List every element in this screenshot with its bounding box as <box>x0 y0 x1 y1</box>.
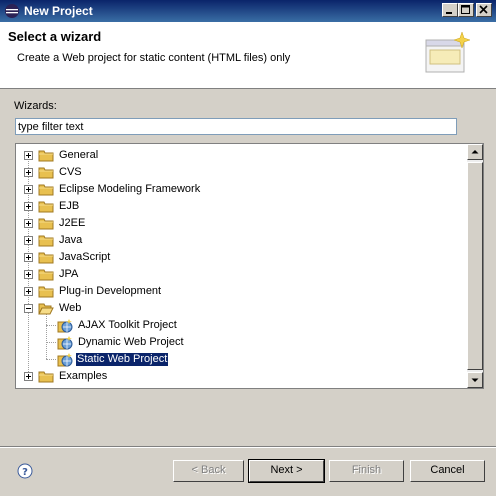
wizard-banner-icon <box>425 31 471 73</box>
tree-item-label: Eclipse Modeling Framework <box>59 183 201 195</box>
tree-item-label: JavaScript <box>59 251 111 263</box>
web-project-icon <box>57 336 73 350</box>
expand-icon[interactable] <box>24 372 33 381</box>
expand-icon[interactable] <box>24 168 33 177</box>
folder-icon <box>38 167 54 179</box>
tree-item-label: J2EE <box>59 217 86 229</box>
tree-item[interactable]: Plug-in Development <box>16 283 466 300</box>
open-folder-icon <box>38 303 54 315</box>
tree-item-label: Static Web Project <box>76 353 169 366</box>
tree-item[interactable]: Java <box>16 232 466 249</box>
tree-scrollbar[interactable] <box>467 144 483 388</box>
tree-item[interactable]: EJB <box>16 198 466 215</box>
folder-icon <box>38 150 54 162</box>
minimize-button[interactable] <box>442 3 458 17</box>
expand-icon[interactable] <box>24 202 33 211</box>
button-bar-separator <box>0 446 496 448</box>
scroll-thumb[interactable] <box>467 162 483 370</box>
arrow-up-icon <box>471 150 479 154</box>
tree-item-label: AJAX Toolkit Project <box>78 319 177 331</box>
page-title: Select a wizard <box>8 29 102 44</box>
folder-icon <box>38 184 54 196</box>
page-description: Create a Web project for static content … <box>17 52 291 64</box>
tree-item-label: Examples <box>59 370 108 382</box>
scroll-down-button[interactable] <box>467 372 483 388</box>
close-icon <box>479 5 488 14</box>
tree-item-label: Web <box>59 302 82 314</box>
web-project-icon <box>57 353 73 367</box>
expand-icon[interactable] <box>24 287 33 296</box>
tree-item[interactable]: General <box>16 147 466 164</box>
next-button[interactable]: Next > <box>248 459 325 483</box>
tree-item-label: Plug-in Development <box>59 285 162 297</box>
tree-item-label: Java <box>59 234 83 246</box>
window-title: New Project <box>24 4 93 18</box>
tree-item-label: General <box>59 149 99 161</box>
tree-item-selected[interactable]: Static Web Project <box>16 351 466 368</box>
close-button[interactable] <box>476 3 492 17</box>
tree-item[interactable]: CVS <box>16 164 466 181</box>
tree-item[interactable]: Examples <box>16 368 466 385</box>
expand-icon[interactable] <box>24 219 33 228</box>
tree-item[interactable]: JPA <box>16 266 466 283</box>
maximize-button[interactable] <box>458 3 474 17</box>
expand-icon[interactable] <box>24 185 33 194</box>
folder-icon <box>38 218 54 230</box>
folder-icon <box>38 286 54 298</box>
expand-icon[interactable] <box>24 151 33 160</box>
svg-text:?: ? <box>22 467 28 478</box>
tree-item-label: EJB <box>59 200 80 212</box>
cancel-button[interactable]: Cancel <box>410 460 485 482</box>
scroll-up-button[interactable] <box>467 144 483 160</box>
folder-icon <box>38 269 54 281</box>
help-icon[interactable]: ? <box>17 463 33 479</box>
eclipse-icon <box>5 4 19 18</box>
expand-icon[interactable] <box>24 236 33 245</box>
expand-icon[interactable] <box>24 253 33 262</box>
tree-item[interactable]: Web <box>16 300 466 317</box>
back-button[interactable]: < Back <box>173 460 244 482</box>
tree-item[interactable]: Dynamic Web Project <box>16 334 466 351</box>
folder-icon <box>38 235 54 247</box>
collapse-icon[interactable] <box>24 304 33 313</box>
filter-input[interactable] <box>15 118 457 135</box>
tree-item[interactable]: J2EE <box>16 215 466 232</box>
tree-item[interactable]: Eclipse Modeling Framework <box>16 181 466 198</box>
web-project-icon <box>57 319 73 333</box>
tree-item[interactable]: AJAX Toolkit Project <box>16 317 466 334</box>
finish-button[interactable]: Finish <box>329 460 404 482</box>
tree-item-label: CVS <box>59 166 82 178</box>
maximize-icon <box>461 5 470 14</box>
arrow-down-icon <box>471 378 479 382</box>
folder-icon <box>38 252 54 264</box>
tree-item-label: Dynamic Web Project <box>78 336 184 348</box>
wizard-tree[interactable]: General CVS Eclipse Modeling Framework E… <box>15 143 484 389</box>
minimize-icon <box>446 12 452 14</box>
folder-icon <box>38 371 54 383</box>
tree-item-label: JPA <box>59 268 79 280</box>
folder-icon <box>38 201 54 213</box>
expand-icon[interactable] <box>24 270 33 279</box>
wizard-header: Select a wizard Create a Web project for… <box>0 22 496 89</box>
tree-item[interactable]: JavaScript <box>16 249 466 266</box>
window-titlebar[interactable]: New Project <box>0 0 496 22</box>
wizards-label: Wizards: <box>14 100 57 112</box>
